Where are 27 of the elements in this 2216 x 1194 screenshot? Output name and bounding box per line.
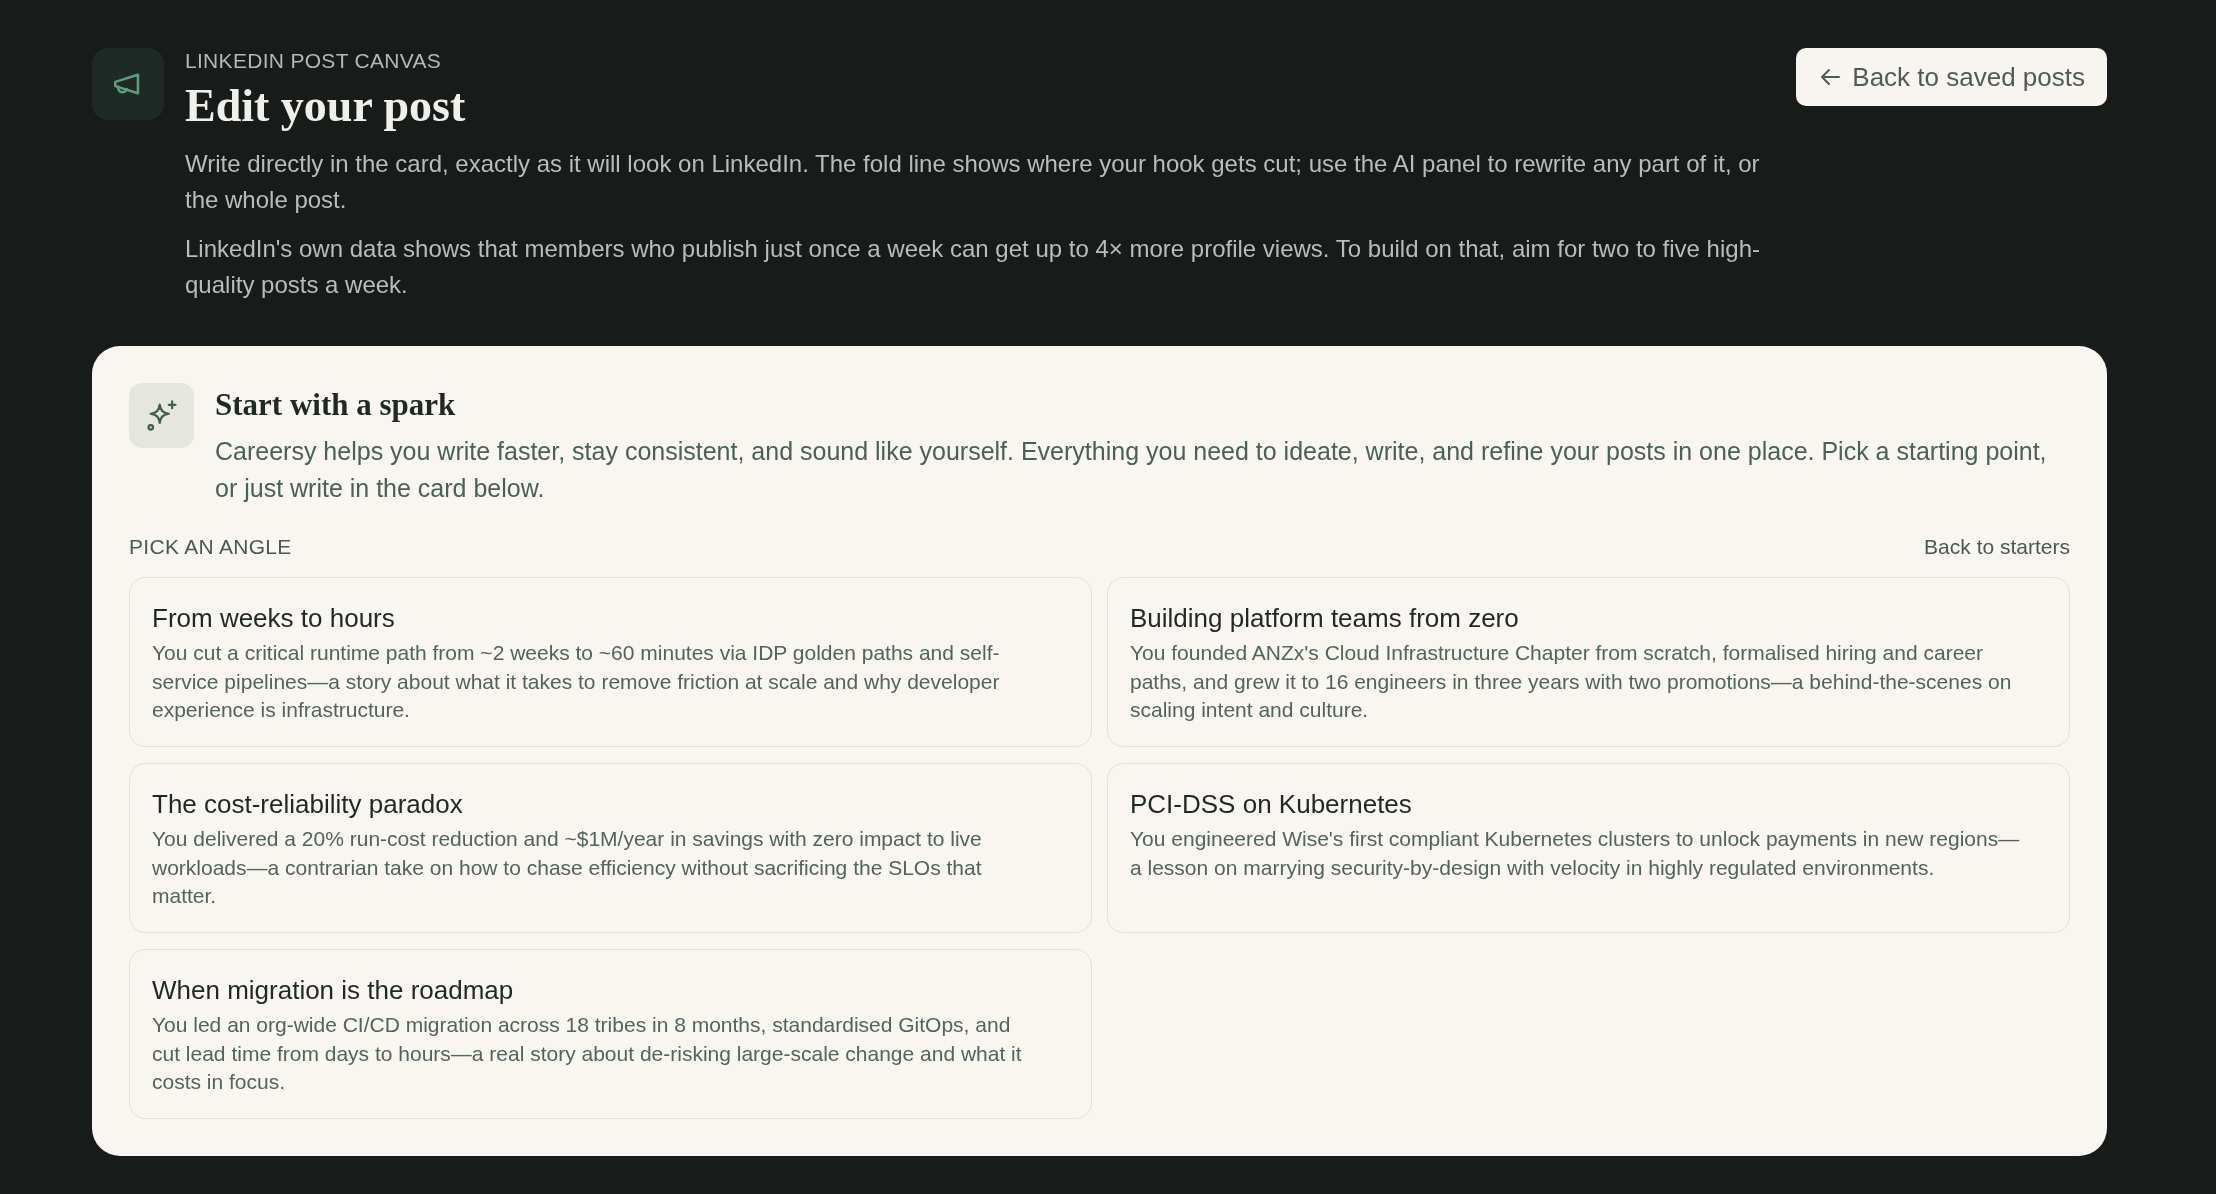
angle-description: You engineered Wise's first compliant Kubernetes clusters to unlock payments in new regions—a lesson on marrying security-by-design with velocity in highly regulated environments. (1130, 826, 2020, 881)
sparkle-icon (129, 383, 194, 448)
angle-description: You delivered a 20% run-cost reduction and ~$1M/year in savings with zero impact to live workloads—a contrarian take on how to chase efficiency without sacrificing the SLOs that matter. (152, 826, 983, 909)
intro-paragraph: Write directly in the card, exactly as it will look on LinkedIn. The fold line shows where your hook gets cut; use the AI panel to rewrite any part of it, or the whole post. (185, 149, 1761, 215)
angle-title: When migration is the roadmap (152, 974, 515, 1007)
angle-card[interactable] (129, 577, 1092, 747)
intro-paragraph: LinkedIn's own data shows that members who publish just once a week can get up to 4× more profile views. To build on that, aim for two to five high-quality posts a week. (185, 234, 1761, 300)
angle-card[interactable] (1107, 577, 2070, 747)
angle-card[interactable] (129, 949, 1092, 1119)
angle-title: The cost-reliability paradox (152, 788, 464, 821)
angle-title: Building platform teams from zero (1130, 602, 1520, 635)
angle-card[interactable] (1107, 763, 2070, 933)
angle-description: You led an org-wide CI/CD migration across 18 tribes in 8 months, standardised GitOps, and cut lead time from days to hours—a real story about de-risking large-scale change and what it costs in focus. (152, 1012, 1023, 1095)
arrow-left-icon (1820, 68, 1841, 86)
panel-description: Careersy helps you write faster, stay consistent, and sound like yourself. Everything you need to ideate, write, and refine your posts in one place. Pick a starting point, or just write in the card below. (215, 436, 2048, 504)
back-to-starters-link[interactable]: Back to starters (1924, 533, 2070, 561)
page-eyebrow: LINKEDIN POST CANVAS (185, 48, 443, 74)
back-to-saved-posts-button[interactable]: Back to saved posts (1796, 48, 2107, 106)
megaphone-icon (92, 48, 164, 120)
page-title: Edit your post (185, 80, 467, 132)
angle-description: You founded ANZx's Cloud Infrastructure Chapter from scratch, formalised hiring and career paths, and grew it to 16 engineers in three years with two promotions—a behind-the-scenes on scaling intent and culture. (1130, 640, 2013, 723)
angle-title: PCI-DSS on Kubernetes (1130, 788, 1413, 821)
angle-card[interactable] (129, 763, 1092, 933)
angle-description: You cut a critical runtime path from ~2 weeks to ~60 minutes via IDP golden paths and self-service pipelines—a story about what it takes to remove friction at scale and why developer experience is infrastructure. (152, 640, 1001, 723)
section-label: PICK AN ANGLE (129, 534, 292, 560)
angle-title: From weeks to hours (152, 602, 396, 635)
panel-title: Start with a spark (215, 388, 457, 422)
